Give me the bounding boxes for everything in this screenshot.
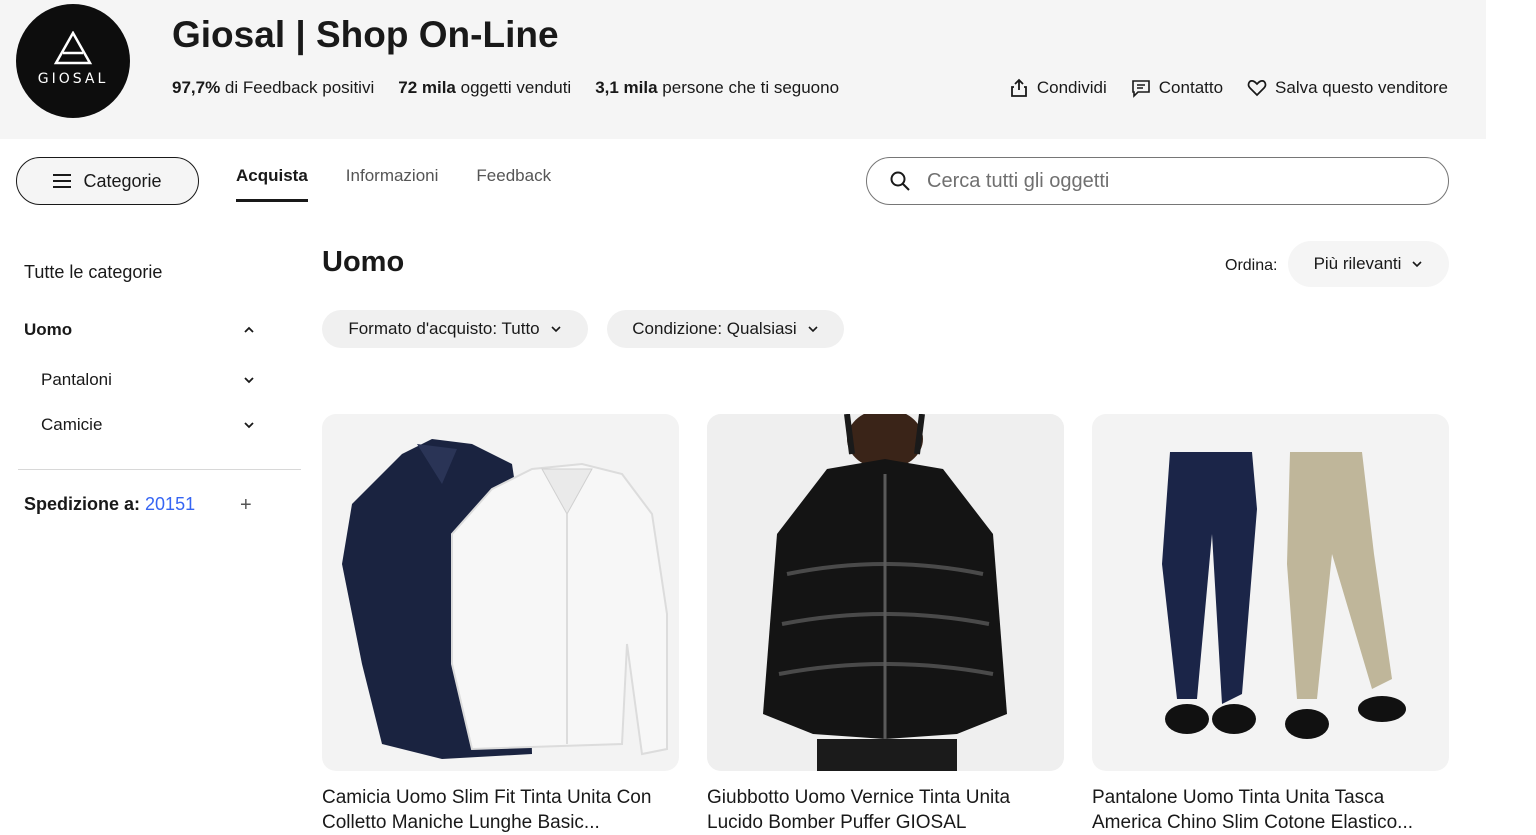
categories-label: Categorie <box>83 170 162 191</box>
store-stats: 97,7% di Feedback positivi 72 mila ogget… <box>172 78 839 98</box>
all-categories-link[interactable]: Tutte le categorie <box>24 262 162 283</box>
shipping-location[interactable]: Spedizione a: 20151 <box>24 494 195 515</box>
menu-icon <box>53 174 72 188</box>
sidebar-item-label: Uomo <box>24 320 73 339</box>
page-title: Uomo <box>322 246 405 278</box>
filter-label: Condizione: Qualsiasi <box>632 319 797 338</box>
store-logo[interactable]: GIOSAL <box>16 4 130 118</box>
giosal-logo-icon <box>53 31 93 65</box>
tab-acquista[interactable]: Acquista <box>236 166 308 202</box>
tab-feedback[interactable]: Feedback <box>476 166 551 202</box>
chevron-up-icon <box>244 326 254 333</box>
chevron-down-icon <box>244 377 254 384</box>
logo-text: GIOSAL <box>37 71 109 87</box>
chevron-down-icon <box>244 422 254 429</box>
heart-icon <box>1247 80 1267 97</box>
shipping-label: Spedizione a: <box>24 494 141 514</box>
expand-shipping-button[interactable]: + <box>240 494 252 517</box>
search-input[interactable] <box>927 169 1407 193</box>
sort-value: Più rilevanti <box>1313 254 1402 273</box>
product-card[interactable]: Giubbotto Uomo Vernice Tinta Unita Lucid… <box>707 414 1064 835</box>
share-label: Condividi <box>1036 78 1107 97</box>
followers-stat: 3,1 mila persone che ti seguono <box>595 78 840 97</box>
product-image-jacket[interactable] <box>707 414 1064 771</box>
categories-button[interactable]: Categorie <box>16 157 199 205</box>
share-icon <box>1010 78 1027 97</box>
sort-label: Ordina: <box>1225 257 1278 274</box>
sidebar-item-label: Camicie <box>41 415 103 434</box>
sidebar-item-pantaloni[interactable]: Pantaloni <box>41 370 256 390</box>
sidebar-item-uomo[interactable]: Uomo <box>24 320 256 340</box>
sidebar-item-label: Pantaloni <box>41 370 112 389</box>
feedback-stat: 97,7% di Feedback positivi <box>172 78 375 97</box>
sold-stat: 72 mila oggetti venduti <box>398 78 572 97</box>
search-icon <box>890 171 910 191</box>
chevron-down-icon <box>1412 261 1423 268</box>
filter-condition[interactable]: Condizione: Qualsiasi <box>607 310 844 348</box>
filter-label: Formato d'acquisto: Tutto <box>348 319 540 338</box>
filter-buying-format[interactable]: Formato d'acquisto: Tutto <box>322 310 588 348</box>
contact-label: Contatto <box>1158 78 1224 97</box>
sidebar-item-camicie[interactable]: Camicie <box>41 415 256 435</box>
product-image-shirts[interactable] <box>322 414 679 771</box>
product-card[interactable]: Pantalone Uomo Tinta Unita Tasca America… <box>1092 414 1449 835</box>
product-title[interactable]: Camicia Uomo Slim Fit Tinta Unita Con Co… <box>322 785 679 835</box>
store-tabs: Acquista Informazioni Feedback <box>236 166 551 202</box>
save-seller-button[interactable]: Salva questo venditore <box>1247 78 1448 98</box>
search-bar <box>866 157 1449 205</box>
store-header: GIOSAL Giosal | Shop On-Line 97,7% di Fe… <box>0 0 1486 139</box>
sort-dropdown[interactable]: Più rilevanti <box>1288 241 1449 287</box>
store-title: Giosal | Shop On-Line <box>172 14 559 55</box>
chevron-down-icon <box>808 326 818 333</box>
product-image-trousers[interactable] <box>1092 414 1449 771</box>
product-title[interactable]: Giubbotto Uomo Vernice Tinta Unita Lucid… <box>707 785 1064 835</box>
shipping-zip: 20151 <box>145 494 196 514</box>
product-card[interactable]: Camicia Uomo Slim Fit Tinta Unita Con Co… <box>322 414 679 835</box>
product-title[interactable]: Pantalone Uomo Tinta Unita Tasca America… <box>1092 785 1449 835</box>
sidebar-divider <box>18 469 301 470</box>
store-actions: Condividi Contatto Salva questo venditor… <box>1009 78 1448 98</box>
chevron-down-icon <box>551 326 561 333</box>
contact-button[interactable]: Contatto <box>1131 78 1223 98</box>
share-button[interactable]: Condividi <box>1009 78 1107 98</box>
message-icon <box>1131 80 1150 98</box>
tab-informazioni[interactable]: Informazioni <box>346 166 439 202</box>
save-seller-label: Salva questo venditore <box>1275 78 1448 97</box>
